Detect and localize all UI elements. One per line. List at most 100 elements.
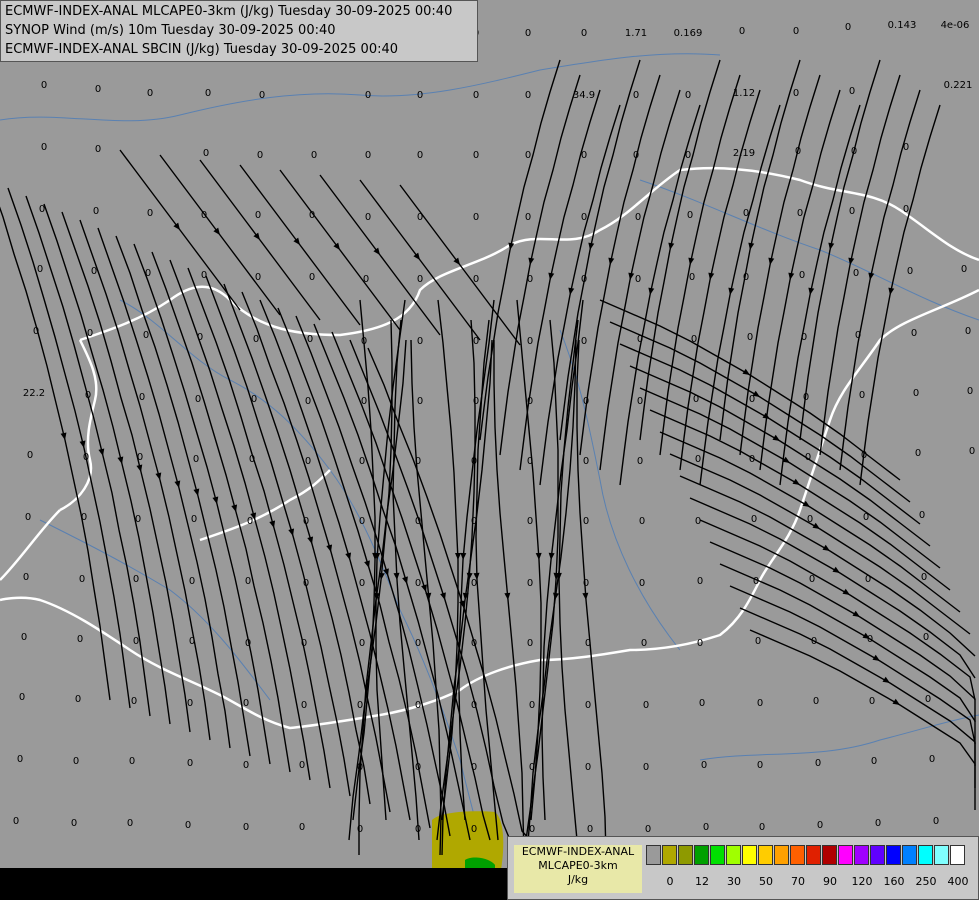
cin-value: 0 <box>193 454 199 465</box>
legend-swatch <box>678 845 693 865</box>
cin-value: 0 <box>689 272 695 283</box>
cin-value: 0 <box>527 516 533 527</box>
cin-value: 0 <box>923 632 929 643</box>
legend-swatch <box>838 845 853 865</box>
cin-value: 0 <box>259 90 265 101</box>
cin-value: 0 <box>701 760 707 771</box>
cin-value: 0 <box>861 450 867 461</box>
cin-value: 0 <box>195 394 201 405</box>
legend-swatch <box>646 845 661 865</box>
cin-value: 0 <box>581 150 587 161</box>
cin-value: 0 <box>581 336 587 347</box>
cin-value: 0 <box>633 90 639 101</box>
cin-value: 0 <box>87 328 93 339</box>
cin-value: 0 <box>921 572 927 583</box>
cin-value: 0 <box>305 456 311 467</box>
cin-value: 0 <box>145 268 151 279</box>
cin-value: 0 <box>703 822 709 833</box>
legend-swatch <box>870 845 885 865</box>
cin-value: 0 <box>133 636 139 647</box>
cin-value: 0 <box>365 212 371 223</box>
cin-value: 0 <box>471 824 477 835</box>
legend-ticks: 0 12 30 50 70 90 120 160 250 400 <box>646 875 976 889</box>
legend-swatch <box>694 845 709 865</box>
cin-value: 0 <box>417 150 423 161</box>
cin-value: 0 <box>41 142 47 153</box>
cin-value: 0 <box>147 88 153 99</box>
cin-value: 2.19 <box>733 148 755 159</box>
cin-value: 0 <box>581 28 587 39</box>
cin-value: 0 <box>587 824 593 835</box>
legend-unit: J/kg <box>567 873 589 886</box>
cin-value: 0 <box>635 274 641 285</box>
cin-value: 0 <box>965 326 971 337</box>
legend-swatch <box>726 845 741 865</box>
cin-value: 0 <box>201 270 207 281</box>
cin-value: 0 <box>303 578 309 589</box>
cin-value: 0 <box>127 818 133 829</box>
legend-swatch <box>934 845 949 865</box>
cin-value: 0 <box>135 514 141 525</box>
title-line-1: ECMWF-INDEX-ANAL MLCAPE0-3km (J/kg) Tues… <box>5 4 453 19</box>
cin-value: 0 <box>871 756 877 767</box>
cin-value: 0 <box>585 762 591 773</box>
cin-value: 0 <box>25 512 31 523</box>
cin-value: 0 <box>301 700 307 711</box>
cin-value: 0 <box>201 210 207 221</box>
cin-value: 0 <box>417 274 423 285</box>
cin-value: 0 <box>527 638 533 649</box>
cin-value: 0 <box>473 90 479 101</box>
cin-value: 0 <box>133 574 139 585</box>
cin-value: 0 <box>637 334 643 345</box>
cin-value: 0 <box>255 272 261 283</box>
cin-value: 0 <box>473 336 479 347</box>
cin-value: 0 <box>357 700 363 711</box>
legend-swatch <box>918 845 933 865</box>
cin-value: 0 <box>473 212 479 223</box>
cin-value: 0 <box>915 448 921 459</box>
cin-value: 0 <box>359 456 365 467</box>
cin-value: 0 <box>255 210 261 221</box>
cin-value: 0 <box>903 204 909 215</box>
cin-value: 4e-06 <box>941 20 970 31</box>
cin-value: 0 <box>869 696 875 707</box>
cin-value: 0 <box>855 330 861 341</box>
cin-value: 0 <box>645 824 651 835</box>
cin-value: 0 <box>415 638 421 649</box>
cin-value: 0 <box>693 394 699 405</box>
cin-value: 0 <box>307 334 313 345</box>
cin-value: 0 <box>903 142 909 153</box>
cin-value: 0 <box>415 578 421 589</box>
cin-value: 0 <box>83 452 89 463</box>
cin-value: 0 <box>527 456 533 467</box>
cin-value: 0 <box>757 698 763 709</box>
cin-value: 0 <box>303 516 309 527</box>
cin-value: 0 <box>189 636 195 647</box>
cin-value: 0 <box>21 632 27 643</box>
legend-tick: 160 <box>883 875 905 888</box>
cin-value: 0 <box>245 638 251 649</box>
cin-value: 0 <box>933 816 939 827</box>
cin-value: 0 <box>139 392 145 403</box>
cin-value: 0 <box>585 700 591 711</box>
cin-value: 0 <box>635 212 641 223</box>
cin-value: 0 <box>361 336 367 347</box>
cin-value: 0 <box>639 516 645 527</box>
cin-value: 0 <box>143 330 149 341</box>
cin-value: 1.71 <box>625 28 647 39</box>
cin-value: 0 <box>639 578 645 589</box>
cin-value: 0 <box>417 336 423 347</box>
cin-value: 0 <box>695 454 701 465</box>
weather-map: 0 0 0 0 0 0 0 0 0 34.9 0 0 1.12 0 0 0.221 0 0 1.71 0.169 0 0 0… <box>0 0 979 900</box>
cin-value: 0 <box>911 328 917 339</box>
title-line-2: SYNOP Wind (m/s) 10m Tuesday 30-09-2025 … <box>5 23 336 38</box>
cin-value: 0 <box>79 574 85 585</box>
cin-value: 0 <box>527 336 533 347</box>
cin-value: 0 <box>243 760 249 771</box>
cin-value: 0 <box>757 760 763 771</box>
legend-swatch <box>822 845 837 865</box>
cin-value: 0 <box>969 446 975 457</box>
cin-value: 0 <box>471 516 477 527</box>
cin-value: 0 <box>845 22 851 33</box>
cin-value: 0 <box>925 694 931 705</box>
